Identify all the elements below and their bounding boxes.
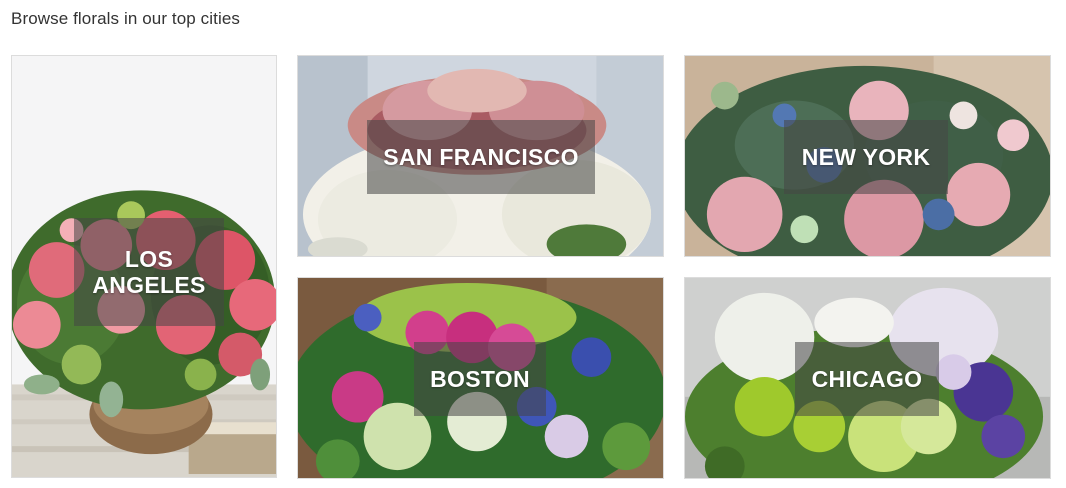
city-tile-chicago[interactable]: CHICAGO [684, 277, 1051, 479]
city-label-box: CHICAGO [795, 342, 939, 416]
city-name: SAN FRANCISCO [383, 144, 579, 170]
city-name-line1: LOS [124, 246, 174, 272]
city-name: NEW YORK [801, 144, 931, 170]
city-label-box: SAN FRANCISCO [367, 120, 595, 194]
city-tile-los-angeles[interactable]: LOS ANGELES [11, 55, 277, 478]
city-label-box: NEW YORK [784, 120, 948, 194]
city-label-box: LOS ANGELES [74, 218, 224, 326]
section-title: Browse florals in our top cities [11, 9, 241, 28]
city-label-box: BOSTON [414, 342, 546, 416]
city-tile-boston[interactable]: BOSTON [297, 277, 664, 479]
city-tile-san-francisco[interactable]: SAN FRANCISCO [297, 55, 664, 257]
city-name: BOSTON [430, 366, 530, 392]
city-name-line2: ANGELES [92, 272, 206, 298]
city-tile-new-york[interactable]: NEW YORK [684, 55, 1051, 257]
city-name: CHICAGO [811, 366, 923, 392]
